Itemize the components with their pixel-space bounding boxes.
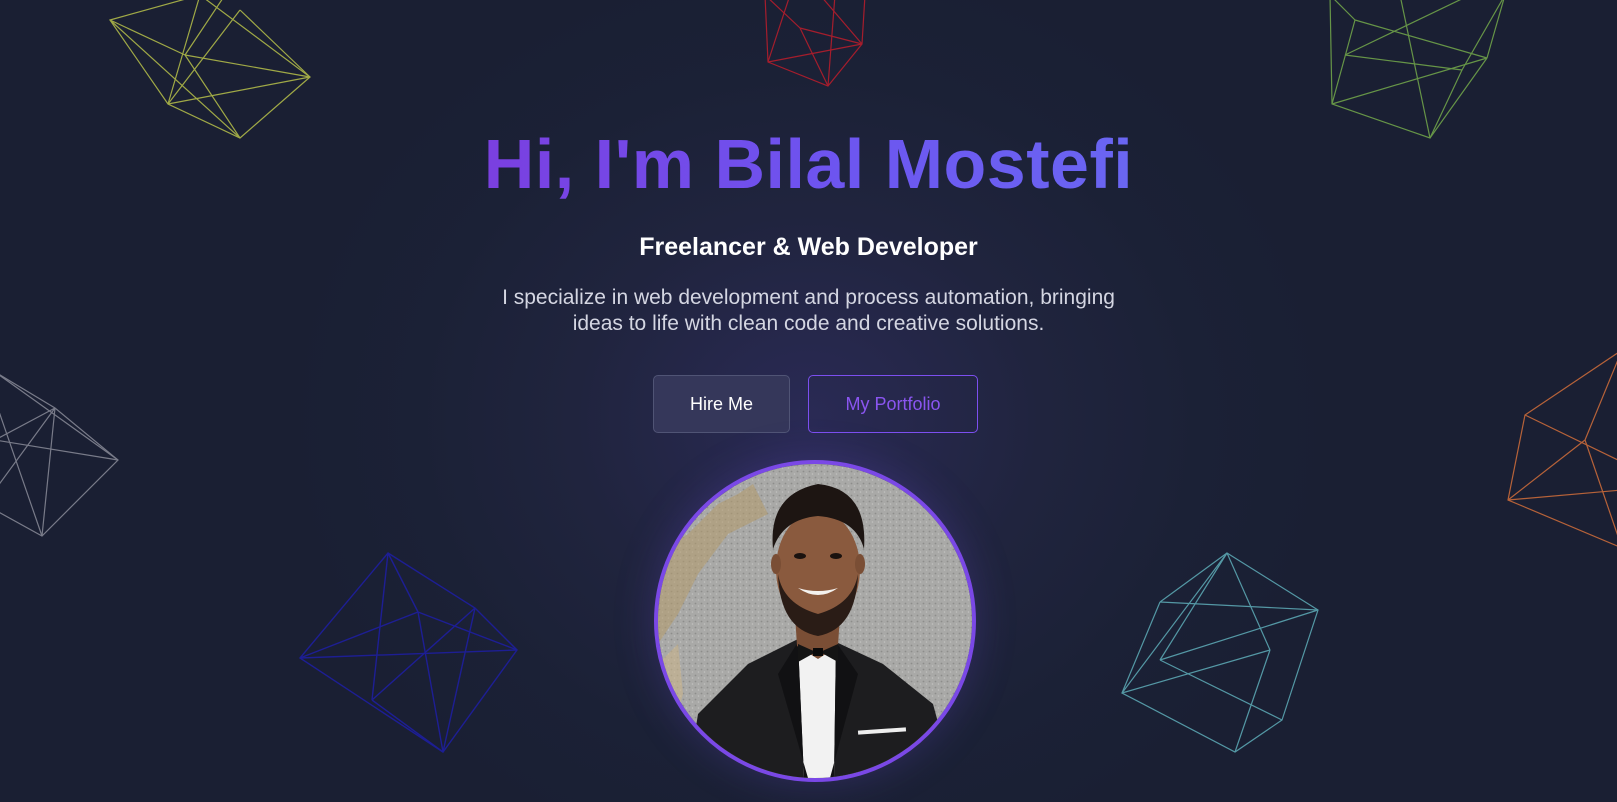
hero-section: Hi, I'm Bilal Mostefi Freelancer & Web D… bbox=[0, 0, 1617, 802]
my-portfolio-button[interactable]: My Portfolio bbox=[808, 375, 978, 433]
profile-photo-illustration bbox=[658, 464, 972, 778]
hero-title-text: Hi, I'm Bilal Mostefi bbox=[483, 125, 1134, 203]
hero-description: I specialize in web development and proc… bbox=[502, 286, 1115, 335]
hero-subtitle: Freelancer & Web Developer bbox=[639, 233, 978, 261]
hire-me-button[interactable]: Hire Me bbox=[653, 375, 790, 433]
hero-title: Hi, I'm Bilal Mostefi bbox=[0, 122, 1617, 206]
profile-photo bbox=[654, 460, 976, 782]
